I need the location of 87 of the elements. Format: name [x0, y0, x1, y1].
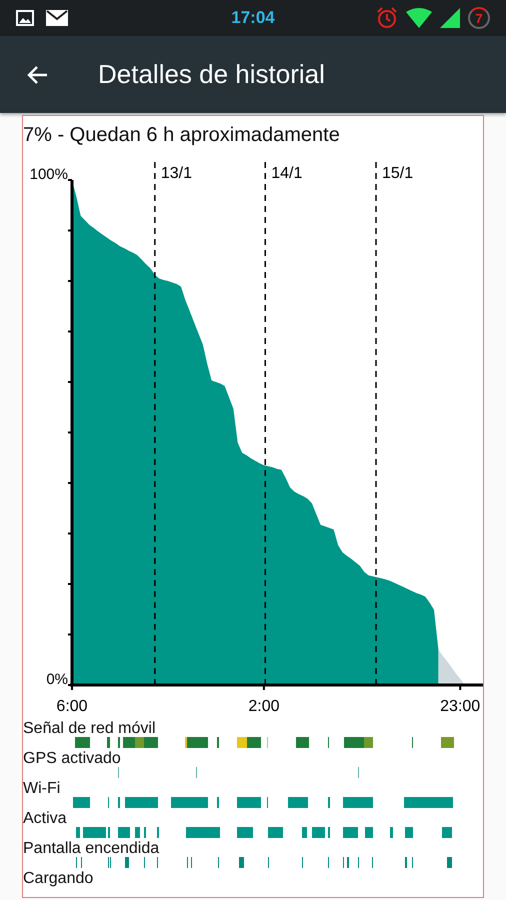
battery-indicator: 7 — [468, 7, 490, 29]
timeline-segment — [266, 737, 268, 748]
timeline-segment — [328, 857, 330, 868]
timeline-segment — [302, 827, 308, 838]
timeline-segment — [144, 827, 146, 838]
alarm-clock-icon — [376, 7, 398, 29]
clock-time: 17:04 — [231, 8, 275, 28]
timeline-segment — [390, 827, 394, 838]
wifi-icon — [406, 8, 432, 28]
timeline-segment — [196, 767, 198, 778]
timeline-segment — [328, 827, 330, 838]
timeline-segment — [118, 767, 120, 778]
timeline-segment — [106, 737, 110, 748]
timeline-segment — [186, 827, 220, 838]
timeline-segment — [118, 797, 120, 808]
timeline-segment — [108, 797, 110, 808]
timeline-segment — [405, 857, 407, 868]
timeline-segment — [236, 827, 254, 838]
timeline-segment — [266, 797, 268, 808]
track-label: GPS activado — [23, 750, 122, 767]
timeline-segment — [125, 857, 130, 868]
track-label: Señal de red móvil — [23, 720, 157, 737]
mail-icon — [46, 10, 68, 26]
timeline-segment — [342, 857, 344, 868]
timeline-segment — [302, 857, 304, 868]
timeline-segment — [191, 857, 192, 868]
timeline-segment — [125, 797, 158, 808]
timeline-segment — [187, 857, 188, 868]
timeline-segment — [118, 827, 130, 838]
timeline-segment — [236, 737, 247, 748]
timeline-segment — [372, 857, 374, 868]
timeline-segment — [346, 857, 349, 868]
track-label: Cargando — [23, 870, 94, 887]
x-tick-label: 2:00 — [248, 698, 280, 715]
date-label: 14/1 — [271, 165, 302, 182]
timeline-segment — [157, 857, 158, 868]
timeline-segment — [157, 827, 158, 838]
track-label: Pantalla encendida — [23, 840, 160, 857]
timeline-segment — [412, 737, 414, 748]
timeline-segment — [342, 827, 358, 838]
image-icon — [16, 10, 34, 26]
x-tick-label: 23:00 — [440, 698, 480, 715]
signal-icon — [440, 8, 460, 28]
timeline-segment — [365, 827, 373, 838]
timeline-segment — [328, 797, 330, 808]
timeline-segment — [80, 857, 82, 868]
timeline-segment — [358, 857, 360, 868]
battery-summary: 7% - Quedan 6 h aproximadamente — [23, 123, 341, 148]
y-tick-label: 0% — [46, 671, 68, 688]
track-label: Wi-Fi — [23, 780, 62, 797]
screen-title: Detalles de historial — [98, 59, 325, 90]
timeline-segment — [328, 737, 330, 748]
timeline-segment — [216, 797, 219, 808]
timeline-segment — [82, 827, 106, 838]
timeline-segment — [441, 737, 454, 748]
track-label: Activa — [23, 810, 68, 827]
timeline-segment — [108, 827, 110, 838]
timeline-segment — [72, 797, 90, 808]
timeline-segment — [76, 827, 80, 838]
timeline-segment — [412, 857, 413, 868]
timeline-segment — [218, 857, 220, 868]
timeline-segment — [75, 737, 90, 748]
timeline-segment — [216, 737, 220, 748]
timeline-segment — [447, 857, 452, 868]
date-label: 13/1 — [160, 165, 192, 182]
timeline-segment — [236, 797, 261, 808]
timeline-segment — [404, 827, 414, 838]
timeline-segment — [123, 737, 136, 748]
timeline-segment — [268, 827, 284, 838]
timeline-segment — [171, 797, 208, 808]
timeline-segment — [76, 857, 78, 868]
timeline-segment — [268, 857, 270, 868]
timeline-segment — [246, 737, 261, 748]
timeline-segment — [342, 797, 373, 808]
timeline-segment — [312, 827, 325, 838]
timeline-segment — [118, 737, 120, 748]
date-label: 15/1 — [382, 165, 414, 182]
timeline-segment — [288, 797, 308, 808]
timeline-segment — [239, 857, 244, 868]
timeline-segment — [358, 767, 360, 778]
timeline-segment — [296, 737, 309, 748]
x-tick-label: 6:00 — [56, 698, 88, 715]
timeline-segment — [404, 797, 453, 808]
timeline-segment — [144, 857, 146, 868]
timeline-segment — [134, 827, 140, 838]
timeline-segment — [442, 827, 452, 838]
y-tick-label: 100% — [30, 166, 68, 183]
